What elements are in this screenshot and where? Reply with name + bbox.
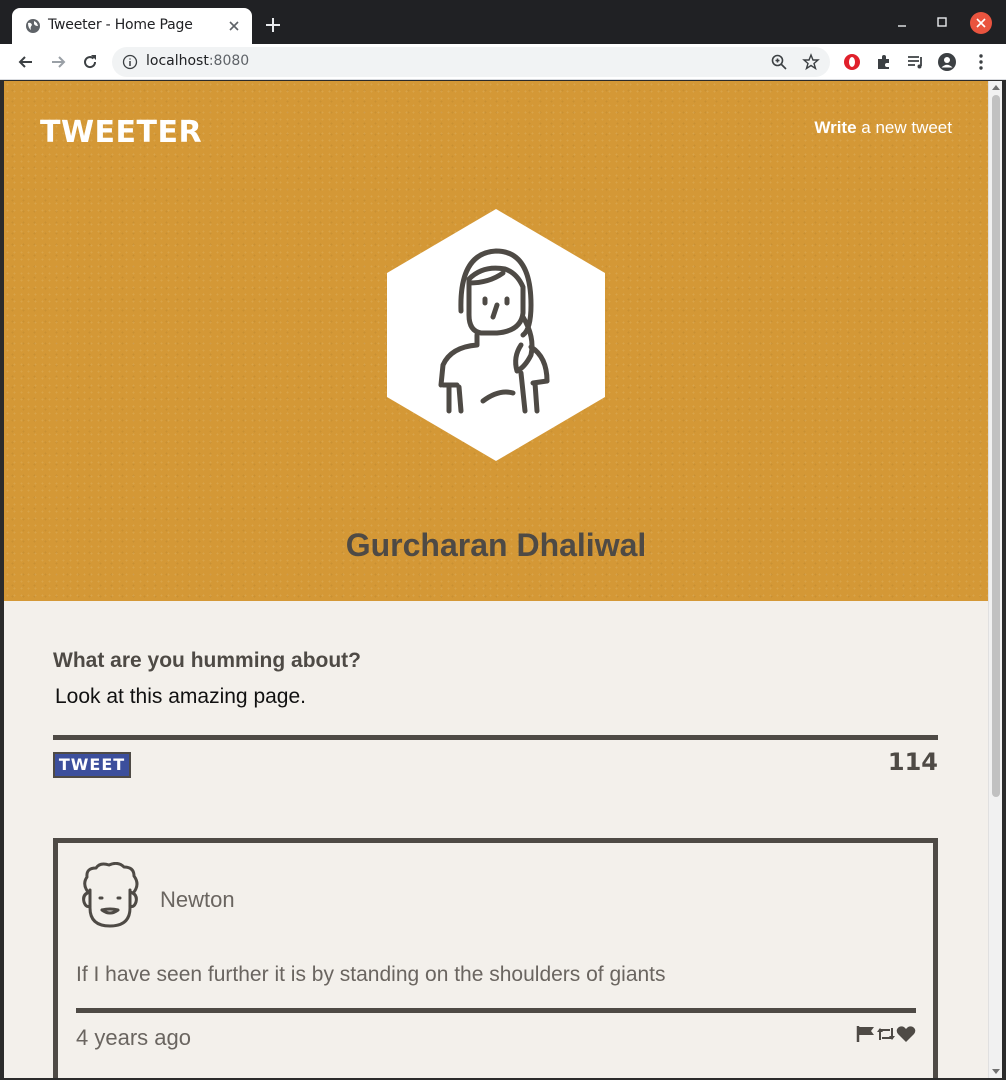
scroll-up-icon[interactable] xyxy=(992,85,1000,90)
opera-icon[interactable] xyxy=(842,52,862,72)
minimize-icon[interactable] xyxy=(892,12,912,32)
tab-title: Tweeter - Home Page xyxy=(48,17,193,33)
tweet-divider xyxy=(76,1008,916,1013)
forward-icon[interactable] xyxy=(48,52,68,72)
write-tweet-link[interactable]: Write a new tweet xyxy=(814,118,952,138)
tweet-input[interactable] xyxy=(53,681,938,713)
close-icon xyxy=(976,18,986,28)
retweet-icon[interactable] xyxy=(876,1026,896,1042)
browser-tab[interactable]: Tweeter - Home Page xyxy=(12,8,252,44)
address-bar[interactable]: localhost:8080 xyxy=(112,47,830,77)
window-close-button[interactable] xyxy=(970,12,992,34)
tweet-timestamp: 4 years ago xyxy=(76,1025,191,1050)
zoom-icon[interactable] xyxy=(770,53,788,71)
compose-form: What are you humming about? xyxy=(53,649,938,713)
maximize-icon[interactable] xyxy=(932,12,952,32)
char-counter: 114 xyxy=(887,748,938,776)
profile-avatar xyxy=(387,209,605,461)
info-icon[interactable] xyxy=(122,54,138,70)
app-logo[interactable]: TWEETER xyxy=(40,115,202,150)
write-label: Write xyxy=(814,118,857,137)
tweet-actions xyxy=(856,1023,918,1045)
browser-titlebar: Tweeter - Home Page xyxy=(0,0,1006,44)
url-text: localhost:8080 xyxy=(146,53,249,69)
compose-divider xyxy=(53,735,938,740)
menu-icon[interactable] xyxy=(971,52,991,72)
flag-icon[interactable] xyxy=(856,1025,876,1043)
star-icon[interactable] xyxy=(802,53,820,71)
profile-icon[interactable] xyxy=(937,52,957,72)
url-port: :8080 xyxy=(208,53,250,69)
tweet-author[interactable]: Newton xyxy=(160,887,235,913)
browser-toolbar: localhost:8080 xyxy=(0,44,1006,80)
compose-label: What are you humming about? xyxy=(53,649,361,672)
scrollbar-thumb[interactable] xyxy=(992,95,1000,797)
globe-icon xyxy=(26,19,40,33)
back-icon[interactable] xyxy=(16,52,36,72)
playlist-icon[interactable] xyxy=(906,52,926,72)
page-scrollbar[interactable] xyxy=(988,81,1002,1078)
profile-header: TWEETER Write a new tweet Gurcharan Dhal… xyxy=(4,81,988,601)
url-host: localhost xyxy=(146,53,209,69)
tweet-card: Newton If I have seen further it is by s… xyxy=(53,838,938,1078)
profile-name: Gurcharan Dhaliwal xyxy=(345,527,647,563)
tweet-submit-button[interactable]: TWEET xyxy=(53,752,131,778)
tweet-text: If I have seen further it is by standing… xyxy=(76,963,666,986)
puzzle-icon[interactable] xyxy=(874,52,894,72)
heart-icon[interactable] xyxy=(896,1025,916,1043)
scroll-down-icon[interactable] xyxy=(992,1069,1000,1074)
plus-icon[interactable] xyxy=(264,16,282,34)
compose-link-rest: a new tweet xyxy=(856,118,952,137)
tweet-author-avatar xyxy=(82,862,139,928)
close-icon[interactable] xyxy=(226,18,242,34)
reload-icon[interactable] xyxy=(80,52,100,72)
page-viewport: TWEETER Write a new tweet Gurcharan Dhal… xyxy=(4,81,988,1078)
